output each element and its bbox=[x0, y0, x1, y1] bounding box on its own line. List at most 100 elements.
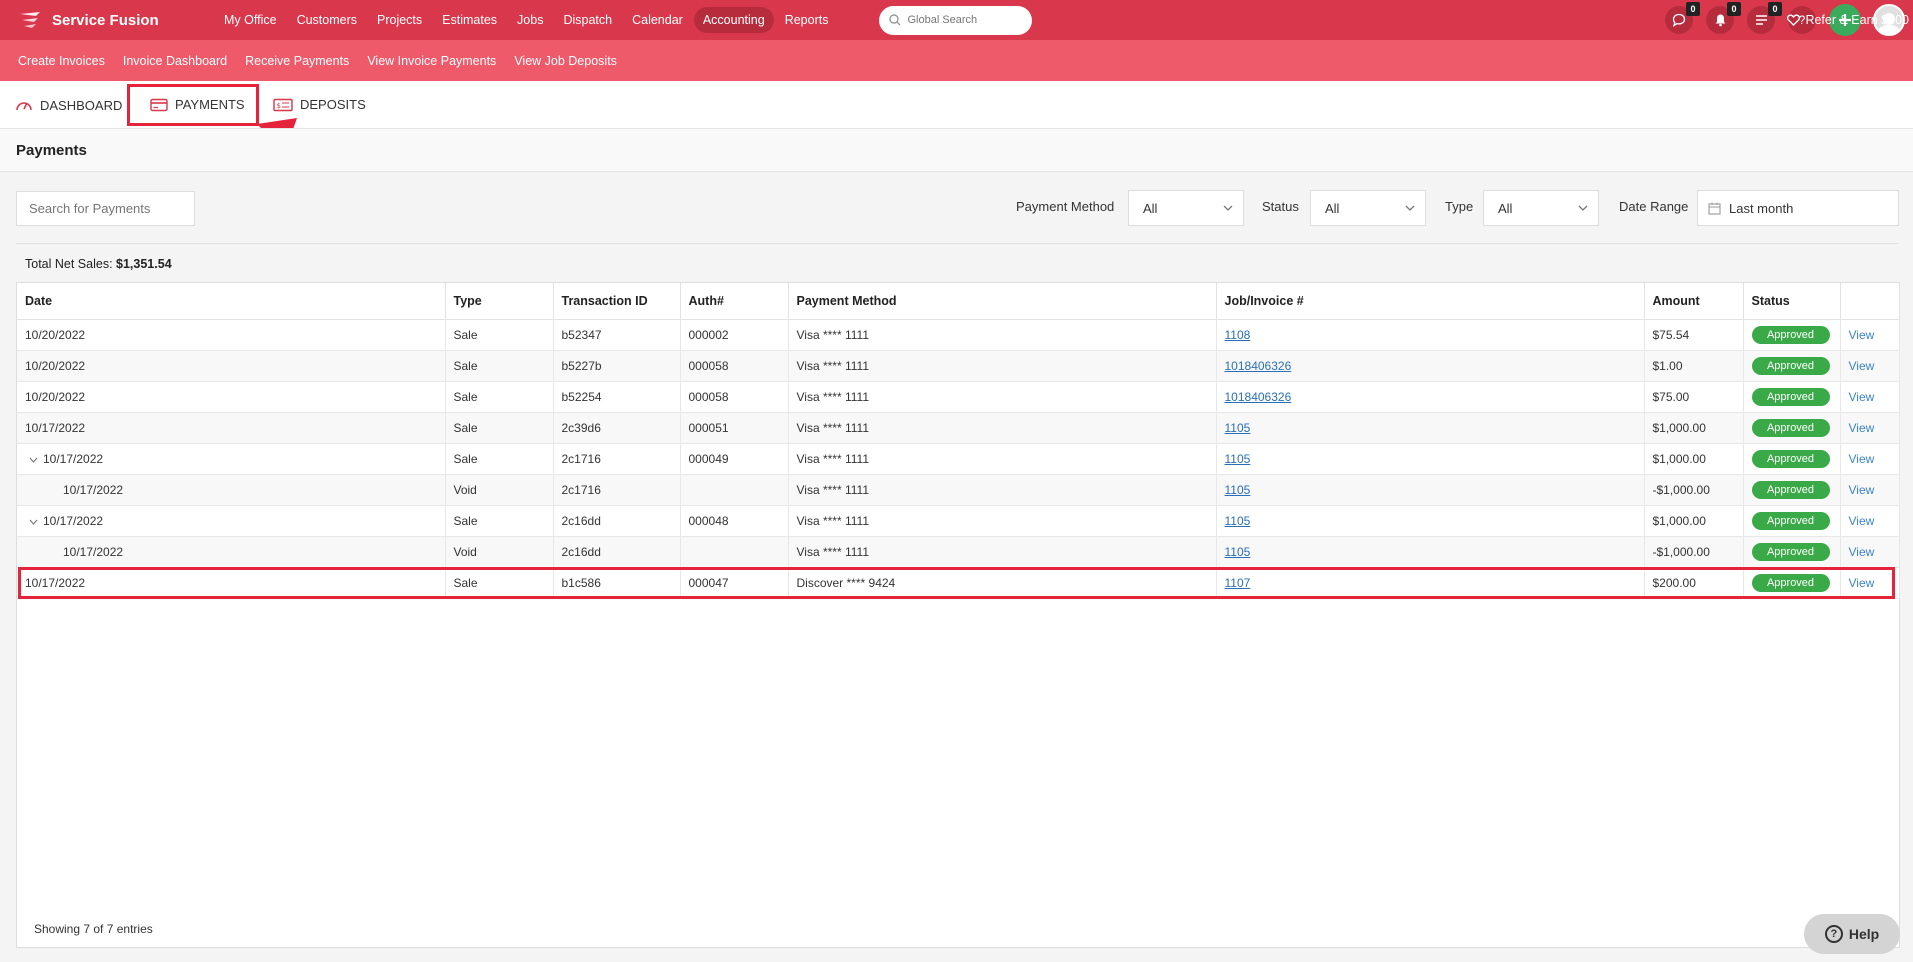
status-badge: Approved bbox=[1751, 387, 1830, 406]
column-header-amount[interactable]: Amount bbox=[1644, 283, 1744, 320]
refer-earn-label: Refer & Earn $300 bbox=[1805, 13, 1909, 27]
chat-button[interactable]: 0 bbox=[1665, 2, 1700, 34]
cell-amount: -$1,000.00 bbox=[1644, 474, 1744, 506]
list-icon bbox=[1755, 15, 1767, 25]
tab-deposits[interactable]: $ DEPOSITS bbox=[273, 97, 366, 112]
view-link[interactable]: View bbox=[1849, 576, 1875, 590]
subnav-item-receive-payments[interactable]: Receive Payments bbox=[245, 54, 349, 68]
view-link[interactable]: View bbox=[1849, 421, 1875, 435]
cell-transaction-id: b1c586 bbox=[553, 567, 681, 599]
search-icon bbox=[889, 14, 901, 26]
tasks-button[interactable]: 0 bbox=[1747, 2, 1782, 34]
cell-auth: 000002 bbox=[680, 319, 789, 351]
column-header-payment-method[interactable]: Payment Method bbox=[788, 283, 1217, 320]
nav-item-projects[interactable]: Projects bbox=[368, 7, 431, 33]
type-filter-label: Type bbox=[1445, 199, 1474, 214]
tab-dashboard[interactable]: DASHBOARD bbox=[15, 97, 122, 113]
column-header-auth[interactable]: Auth# bbox=[680, 283, 789, 320]
payments-table: Date Type Transaction ID Auth# Payment M… bbox=[17, 283, 1900, 599]
cell-status: Approved bbox=[1743, 412, 1841, 444]
speedometer-icon bbox=[16, 102, 32, 111]
invoice-link[interactable]: 1105 bbox=[1225, 483, 1251, 497]
view-link[interactable]: View bbox=[1849, 452, 1875, 466]
invoice-link[interactable]: 1105 bbox=[1225, 452, 1251, 466]
tasks-badge: 0 bbox=[1768, 2, 1782, 16]
cell-invoice: 1108 bbox=[1216, 319, 1645, 351]
date-range-input[interactable]: Last month bbox=[1697, 190, 1899, 226]
help-button[interactable]: ? Help bbox=[1804, 914, 1900, 954]
cell-type: Sale bbox=[445, 412, 554, 444]
invoice-link[interactable]: 1108 bbox=[1225, 328, 1251, 342]
view-link[interactable]: View bbox=[1849, 545, 1875, 559]
status-filter-label: Status bbox=[1262, 199, 1299, 214]
cell-auth: 000058 bbox=[680, 381, 789, 413]
table-row[interactable]: 10/17/2022 Sale 2c16dd 000048 Visa **** 1111… bbox=[17, 505, 1900, 537]
invoice-link[interactable]: 1107 bbox=[1225, 576, 1251, 590]
cell-type: Sale bbox=[445, 381, 554, 413]
total-net-sales: Total Net Sales: $1,351.54 bbox=[25, 257, 172, 271]
column-header-status[interactable]: Status bbox=[1743, 283, 1841, 320]
nav-item-accounting[interactable]: Accounting bbox=[693, 7, 774, 33]
chevron-down-icon[interactable] bbox=[29, 517, 43, 528]
table-row[interactable]: 10/20/2022 Sale b52347 000002 Visa **** 1111… bbox=[17, 319, 1900, 351]
type-filter-select[interactable]: All bbox=[1483, 190, 1599, 226]
table-row[interactable]: 10/17/2022 Sale b1c586 000047 Discover **** … bbox=[17, 567, 1900, 599]
notifications-button[interactable]: 0 bbox=[1706, 2, 1741, 34]
view-link[interactable]: View bbox=[1849, 359, 1875, 373]
table-row[interactable]: 10/20/2022 Sale b5227b 000058 Visa **** 1111… bbox=[17, 350, 1900, 382]
view-link[interactable]: View bbox=[1849, 514, 1875, 528]
subnav-item-invoice-dashboard[interactable]: Invoice Dashboard bbox=[123, 54, 227, 68]
nav-item-dispatch[interactable]: Dispatch bbox=[554, 7, 621, 33]
view-link[interactable]: View bbox=[1849, 328, 1875, 342]
subnav-item-create-invoices[interactable]: Create Invoices bbox=[18, 54, 105, 68]
nav-item-jobs[interactable]: Jobs bbox=[508, 7, 552, 33]
cell-transaction-id: b5227b bbox=[553, 350, 681, 382]
nav-item-estimates[interactable]: Estimates bbox=[433, 7, 506, 33]
cell-amount: $1,000.00 bbox=[1644, 505, 1744, 537]
nav-item-customers[interactable]: Customers bbox=[288, 7, 366, 33]
nav-item-reports[interactable]: Reports bbox=[776, 7, 838, 33]
refer-earn-link[interactable]: Refer & Earn $300 bbox=[1787, 13, 1909, 27]
row-date: 10/17/2022 bbox=[25, 575, 86, 590]
table-row[interactable]: 10/17/2022 Sale 2c1716 000049 Visa **** 1111… bbox=[17, 443, 1900, 475]
column-header-date[interactable]: Date bbox=[17, 283, 446, 320]
cell-status: Approved bbox=[1743, 381, 1841, 413]
global-search-input[interactable] bbox=[907, 14, 1018, 26]
cell-invoice: 1105 bbox=[1216, 474, 1645, 506]
column-header-type[interactable]: Type bbox=[445, 283, 554, 320]
table-header-row: Date Type Transaction ID Auth# Payment M… bbox=[17, 283, 1900, 320]
table-row[interactable]: 10/20/2022 Sale b52254 000058 Visa **** 1111… bbox=[17, 381, 1900, 413]
chevron-down-icon bbox=[1223, 205, 1233, 211]
cell-amount: $1,000.00 bbox=[1644, 412, 1744, 444]
column-header-transaction-id[interactable]: Transaction ID bbox=[553, 283, 681, 320]
table-row[interactable]: 10/17/2022 Void 2c1716 Visa **** 1111 1105 -$… bbox=[17, 474, 1900, 506]
payments-search-input[interactable] bbox=[16, 191, 195, 226]
cell-payment-method: Visa **** 1111 bbox=[788, 381, 1217, 413]
nav-item-calendar[interactable]: Calendar bbox=[623, 7, 692, 33]
invoice-link[interactable]: 1105 bbox=[1225, 421, 1251, 435]
table-row[interactable]: 10/17/2022 Sale 2c39d6 000051 Visa **** 1111… bbox=[17, 412, 1900, 444]
payments-tab-highlight bbox=[127, 84, 259, 126]
cell-auth: 000051 bbox=[680, 412, 789, 444]
main-nav: My Office Customers Projects Estimates Jobs D… bbox=[215, 7, 839, 33]
column-header-invoice[interactable]: Job/Invoice # bbox=[1216, 283, 1645, 320]
global-search[interactable] bbox=[879, 5, 1033, 35]
chevron-down-icon[interactable] bbox=[29, 455, 43, 466]
invoice-link[interactable]: 1105 bbox=[1225, 545, 1251, 559]
view-link[interactable]: View bbox=[1849, 390, 1875, 404]
table-row[interactable]: 10/17/2022 Void 2c16dd Visa **** 1111 1105 -$… bbox=[17, 536, 1900, 568]
chat-badge: 0 bbox=[1686, 2, 1700, 16]
cell-invoice: 1105 bbox=[1216, 443, 1645, 475]
view-link[interactable]: View bbox=[1849, 483, 1875, 497]
nav-item-my-office[interactable]: My Office bbox=[215, 7, 286, 33]
payment-method-select[interactable]: All bbox=[1128, 190, 1244, 226]
cell-payment-method: Visa **** 1111 bbox=[788, 536, 1217, 568]
subnav-item-view-job-deposits[interactable]: View Job Deposits bbox=[514, 54, 617, 68]
cell-action: View bbox=[1840, 443, 1900, 475]
status-filter-select[interactable]: All bbox=[1310, 190, 1426, 226]
invoice-link[interactable]: 1018406326 bbox=[1225, 390, 1292, 404]
subnav-item-view-invoice-payments[interactable]: View Invoice Payments bbox=[367, 54, 496, 68]
brand[interactable]: Service Fusion bbox=[0, 10, 215, 30]
invoice-link[interactable]: 1018406326 bbox=[1225, 359, 1292, 373]
invoice-link[interactable]: 1105 bbox=[1225, 514, 1251, 528]
